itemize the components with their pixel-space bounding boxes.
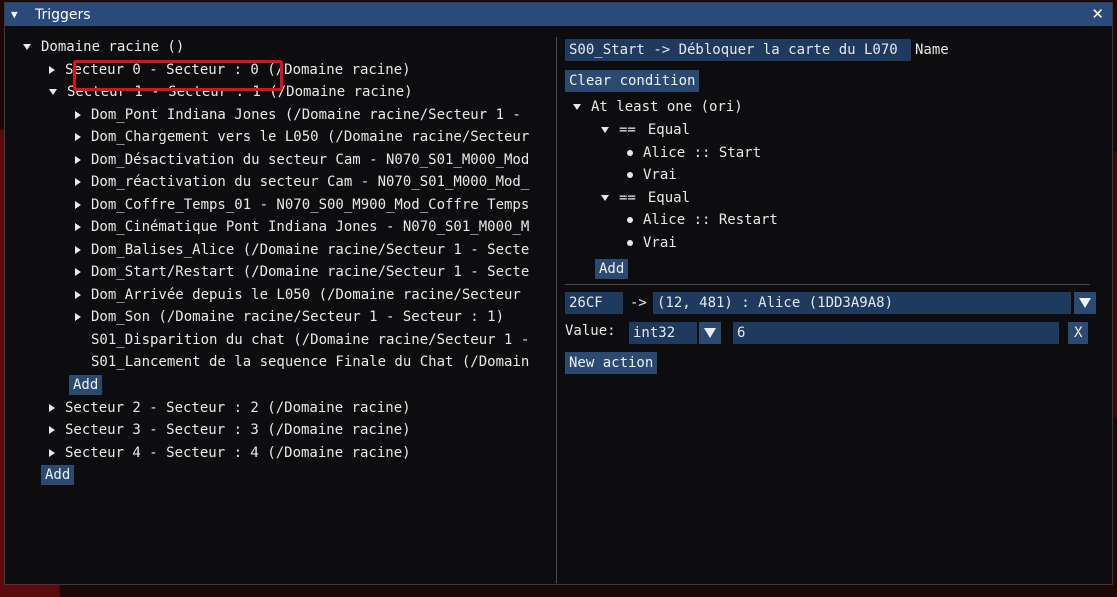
condition-equal-1[interactable]: == Equal [601, 120, 690, 140]
condition-leaf[interactable]: Vrai [627, 165, 677, 185]
collapsed-arrow-icon[interactable] [75, 201, 81, 209]
tree-node-label: Secteur 2 - Secteur : 2 (/Domaine racine… [65, 400, 411, 416]
collapse-icon[interactable]: ▼ [11, 8, 23, 21]
expanded-arrow-icon[interactable] [601, 195, 609, 201]
expanded-arrow-icon[interactable] [573, 104, 581, 110]
tree-node-sector3[interactable]: Secteur 3 - Secteur : 3 (/Domaine racine… [49, 420, 411, 440]
root-add-button[interactable]: Add [41, 465, 75, 485]
tree-node-sector2[interactable]: Secteur 2 - Secteur : 2 (/Domaine racine… [49, 398, 411, 418]
expanded-arrow-icon[interactable] [49, 89, 57, 95]
action-target-select[interactable]: (12, 481) : Alice (1DD3A9A8) [653, 292, 1071, 314]
condition-label: At least one (ori) [591, 99, 743, 115]
tree-node-label: Dom_Arrivée depuis le L050 (/Domaine rac… [91, 287, 521, 303]
tree-node-domain[interactable]: Dom_Coffre_Temps_01 - N070_S00_M900_Mod_… [75, 195, 529, 215]
tree-node-label: Dom_Chargement vers le L050 (/Domaine ra… [91, 129, 530, 145]
separator [565, 284, 1090, 285]
collapsed-arrow-icon[interactable] [75, 223, 81, 231]
equal-operator: == [619, 190, 636, 206]
trigger-tree: Domaine racine () Secteur 0 - Secteur : … [17, 37, 547, 577]
collapsed-arrow-icon[interactable] [75, 178, 81, 186]
bullet-icon [627, 217, 633, 223]
collapsed-arrow-icon[interactable] [75, 246, 81, 254]
tree-node-domain[interactable]: Dom_Start/Restart (/Domaine racine/Secte… [75, 262, 529, 282]
tree-node-label: Dom_Pont Indiana Jones (/Domaine racine/… [91, 107, 521, 123]
remove-action-button[interactable]: X [1068, 322, 1089, 344]
collapsed-arrow-icon[interactable] [49, 449, 55, 457]
collapsed-arrow-icon[interactable] [75, 133, 81, 141]
collapsed-arrow-icon[interactable] [49, 404, 55, 412]
window-title: Triggers [35, 6, 91, 23]
tree-node-label: Dom_Son (/Domaine racine/Secteur 1 - Sec… [91, 309, 505, 325]
bullet-icon [627, 240, 633, 246]
collapsed-arrow-icon[interactable] [75, 291, 81, 299]
bullet-icon [627, 150, 633, 156]
tree-node-label: Secteur 3 - Secteur : 3 (/Domaine racine… [65, 422, 411, 438]
value-input[interactable]: 6 [733, 322, 1059, 344]
tree-node-label: Dom_Coffre_Temps_01 - N070_S00_M900_Mod_… [91, 197, 530, 213]
tree-node-label: Dom_réactivation du secteur Cam - N070_S… [91, 174, 530, 190]
collapsed-arrow-icon[interactable] [75, 156, 81, 164]
tree-node-domain[interactable]: S01_Lancement de la sequence Finale du C… [91, 352, 529, 372]
condition-leaf[interactable]: Vrai [627, 233, 677, 253]
sector1-add-button[interactable]: Add [69, 375, 103, 395]
condition-leaf-label: Vrai [643, 167, 677, 183]
tree-node-domain[interactable]: Dom_Pont Indiana Jones (/Domaine racine/… [75, 105, 521, 125]
collapsed-arrow-icon[interactable] [75, 268, 81, 276]
close-icon[interactable]: ✕ [1091, 5, 1104, 23]
equal-label: Equal [647, 122, 691, 138]
tree-node-domain[interactable]: Dom_Arrivée depuis le L050 (/Domaine rac… [75, 285, 521, 305]
tree-node-sector4[interactable]: Secteur 4 - Secteur : 4 (/Domaine racine… [49, 443, 411, 463]
tree-node-label: S01_Lancement de la sequence Finale du C… [91, 354, 530, 370]
tree-node-domain[interactable]: Dom_Cinématique Pont Indiana Jones - N07… [75, 217, 529, 237]
collapsed-arrow-icon[interactable] [49, 66, 55, 74]
bullet-icon [627, 172, 633, 178]
window-titlebar[interactable]: ▼ Triggers ✕ [5, 3, 1112, 26]
condition-leaf-label: Alice :: Start [643, 145, 762, 161]
condition-leaf-label: Alice :: Restart [643, 212, 778, 228]
equal-label: Equal [647, 190, 691, 206]
condition-at-least-one[interactable]: At least one (ori) [573, 97, 743, 117]
condition-equal-2[interactable]: == Equal [601, 188, 690, 208]
tree-node-domain[interactable]: Dom_Désactivation du secteur Cam - N070_… [75, 150, 529, 170]
new-action-button[interactable]: New action [565, 352, 658, 374]
action-arrow: -> [630, 295, 647, 311]
clear-condition-button[interactable]: Clear condition [565, 70, 700, 92]
pane-divider[interactable] [556, 37, 557, 583]
tree-node-root[interactable]: Domaine racine () [23, 37, 184, 57]
tree-node-domain[interactable]: Dom_réactivation du secteur Cam - N070_S… [75, 172, 529, 192]
dropdown-arrow-icon[interactable] [699, 322, 721, 344]
tree-node-domain[interactable]: Dom_Chargement vers le L050 (/Domaine ra… [75, 127, 529, 147]
condition-leaf[interactable]: Alice :: Restart [627, 210, 778, 230]
tree-node-domain[interactable]: Dom_Son (/Domaine racine/Secteur 1 - Sec… [75, 307, 504, 327]
tree-node-domain[interactable]: Dom_Balises_Alice (/Domaine racine/Secte… [75, 240, 529, 260]
condition-leaf-label: Vrai [643, 235, 677, 251]
collapsed-arrow-icon[interactable] [49, 426, 55, 434]
name-label: Name [915, 42, 949, 58]
tree-node-domain[interactable]: S01_Disparition du chat (/Domaine racine… [91, 330, 529, 350]
equal-operator: == [619, 122, 636, 138]
expanded-arrow-icon[interactable] [601, 127, 609, 133]
trigger-detail: S00_Start -> Débloquer la carte du L070 … [565, 37, 1105, 577]
tree-node-label: Dom_Balises_Alice (/Domaine racine/Secte… [91, 242, 530, 258]
collapsed-arrow-icon[interactable] [75, 313, 81, 321]
selection-highlight [73, 60, 283, 91]
collapsed-arrow-icon[interactable] [75, 111, 81, 119]
tree-node-label: Secteur 4 - Secteur : 4 (/Domaine racine… [65, 445, 411, 461]
trigger-name-input[interactable]: S00_Start -> Débloquer la carte du L070 [565, 39, 911, 61]
value-label: Value: [565, 323, 616, 339]
tree-node-label: S01_Disparition du chat (/Domaine racine… [91, 332, 530, 348]
value-type-select[interactable]: int32 [629, 322, 697, 344]
triggers-window: ▼ Triggers ✕ Domaine racine () Secteur 0… [4, 2, 1113, 585]
action-id-field[interactable]: 26CF [565, 292, 623, 314]
condition-leaf[interactable]: Alice :: Start [627, 143, 761, 163]
tree-node-label: Domaine racine () [41, 39, 185, 55]
tree-node-label: Dom_Désactivation du secteur Cam - N070_… [91, 152, 530, 168]
expanded-arrow-icon[interactable] [23, 44, 31, 50]
dropdown-arrow-icon[interactable] [1074, 292, 1096, 314]
tree-node-label: Dom_Start/Restart (/Domaine racine/Secte… [91, 264, 530, 280]
tree-node-label: Dom_Cinématique Pont Indiana Jones - N07… [91, 219, 530, 235]
condition-add-button[interactable]: Add [595, 259, 629, 279]
